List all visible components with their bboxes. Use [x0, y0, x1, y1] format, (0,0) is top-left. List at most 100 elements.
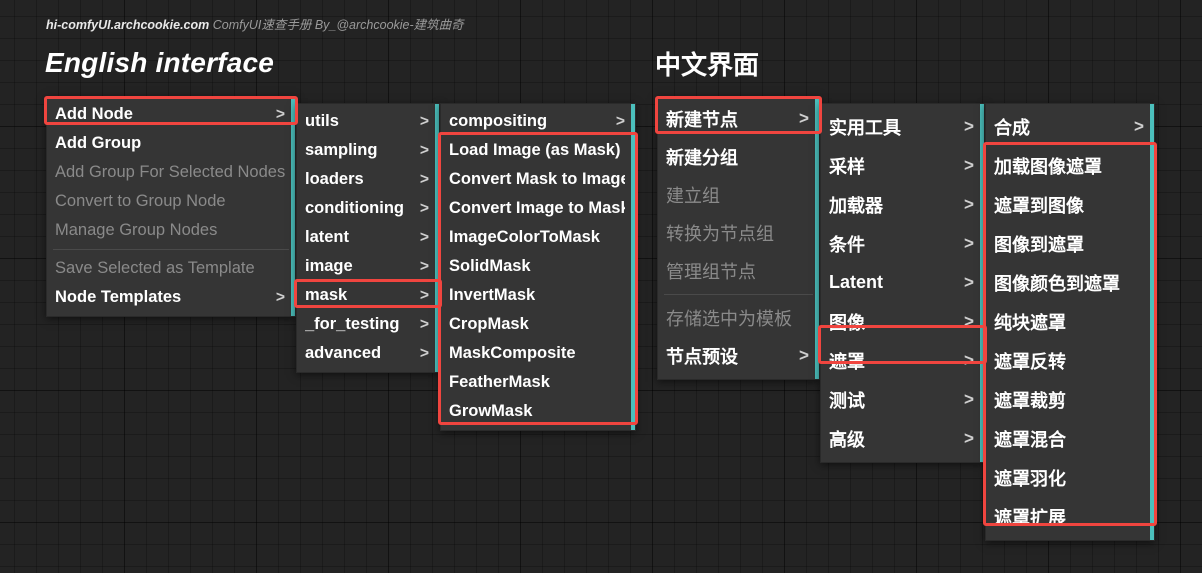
menu-item[interactable]: image >: [297, 252, 439, 281]
menu-item-label: Add Group For Selected Nodes: [55, 163, 285, 181]
credit-site: hi-comfyUI.archcookie.com: [46, 18, 210, 32]
menu-item-label: utils: [305, 112, 339, 130]
menu-item[interactable]: 图像 >: [821, 302, 984, 341]
menu-item-label: 图像颜色到遮罩: [994, 273, 1120, 294]
menu-item[interactable]: compositing >: [441, 107, 635, 136]
menu-item[interactable]: _for_testing >: [297, 310, 439, 339]
menu-item: 管理组节点: [658, 252, 819, 290]
menu-item[interactable]: Add Group: [47, 129, 295, 158]
submenu-arrow-icon: >: [964, 350, 974, 370]
menu-item[interactable]: 纯块遮罩: [986, 302, 1154, 341]
menu-item[interactable]: utils >: [297, 107, 439, 136]
menu-item[interactable]: 遮罩 >: [821, 341, 984, 380]
menu-item[interactable]: 节点预设 >: [658, 337, 819, 375]
menu-item-label: 新建节点: [666, 110, 738, 130]
menu-item[interactable]: 遮罩反转: [986, 341, 1154, 380]
menu-item-label: 图像: [829, 312, 865, 333]
menu-item[interactable]: Add Node >: [47, 100, 295, 129]
menu-item[interactable]: loaders >: [297, 165, 439, 194]
menu-item[interactable]: 条件 >: [821, 224, 984, 263]
menu-item-label: advanced: [305, 344, 382, 362]
menu-item[interactable]: CropMask: [441, 310, 635, 339]
menu-item-label: 遮罩到图像: [994, 195, 1084, 216]
menu-item[interactable]: mask >: [297, 281, 439, 310]
menu-item[interactable]: Load Image (as Mask): [441, 136, 635, 165]
menu-item-label: Manage Group Nodes: [55, 221, 218, 239]
menu-item[interactable]: 测试 >: [821, 380, 984, 419]
submenu-arrow-icon: >: [964, 194, 974, 214]
menu-item[interactable]: sampling >: [297, 136, 439, 165]
submenu-accent-strip: [1150, 104, 1154, 540]
menu-panel-root-zh[interactable]: 新建节点 > 新建分组建立组转换为节点组管理组节点存储选中为模板 节点预设 >: [657, 96, 820, 380]
menu-item[interactable]: Convert Mask to Image: [441, 165, 635, 194]
menu-item[interactable]: 采样 >: [821, 146, 984, 185]
menu-item-label: Add Group: [55, 134, 142, 152]
menu-item: 转换为节点组: [658, 214, 819, 252]
menu-item[interactable]: 遮罩裁剪: [986, 380, 1154, 419]
submenu-arrow-icon: >: [419, 228, 429, 246]
submenu-arrow-icon: >: [419, 286, 429, 304]
menu-item-label: 遮罩反转: [994, 351, 1066, 372]
submenu-arrow-icon: >: [964, 155, 974, 175]
menu-item-label: SolidMask: [449, 257, 531, 275]
menu-item[interactable]: 遮罩羽化: [986, 458, 1154, 497]
menu-item-label: 遮罩: [829, 351, 865, 372]
menu-item[interactable]: MaskComposite: [441, 339, 635, 368]
menu-item[interactable]: 图像到遮罩: [986, 224, 1154, 263]
menu-item[interactable]: 遮罩到图像: [986, 185, 1154, 224]
submenu-accent-strip: [435, 104, 439, 372]
menu-item[interactable]: InvertMask: [441, 281, 635, 310]
menu-panel-root-en[interactable]: Add Node > Add Group Add Group For Selected…: [46, 96, 296, 317]
submenu-arrow-icon: >: [275, 105, 285, 123]
menu-panel-categories-en[interactable]: utils > sampling > loaders > conditioning > late…: [296, 103, 440, 373]
menu-panel-masknodes-en[interactable]: compositing > Load Image (as Mask) Convert …: [440, 103, 636, 431]
submenu-arrow-icon: >: [964, 311, 974, 331]
menu-item-label: 纯块遮罩: [994, 312, 1066, 333]
menu-panel-masknodes-zh[interactable]: 合成 > 加载图像遮罩 遮罩到图像图像到遮罩图像颜色到遮罩 纯块遮罩遮罩反转遮罩裁剪遮罩…: [985, 103, 1155, 541]
submenu-arrow-icon: >: [964, 272, 974, 292]
menu-item[interactable]: Convert Image to Mask: [441, 194, 635, 223]
submenu-arrow-icon: >: [419, 141, 429, 159]
menu-item[interactable]: GrowMask: [441, 397, 635, 426]
section-title-chinese: 中文界面: [655, 50, 760, 80]
menu-item[interactable]: 遮罩扩展: [986, 497, 1154, 536]
menu-item-label: 建立组: [666, 186, 720, 206]
menu-item[interactable]: 遮罩混合: [986, 419, 1154, 458]
menu-item-label: mask: [305, 286, 348, 304]
menu-item[interactable]: Latent >: [821, 263, 984, 302]
menu-item[interactable]: 加载图像遮罩: [986, 146, 1154, 185]
menu-item[interactable]: 图像颜色到遮罩: [986, 263, 1154, 302]
menu-item[interactable]: SolidMask: [441, 252, 635, 281]
menu-item[interactable]: 高级 >: [821, 419, 984, 458]
menu-item-label: 加载图像遮罩: [994, 156, 1102, 177]
menu-item-label: Convert Mask to Image: [449, 170, 625, 188]
section-title-english: English interface: [45, 47, 275, 78]
menu-item-label: 遮罩裁剪: [994, 390, 1066, 411]
menu-item[interactable]: latent >: [297, 223, 439, 252]
menu-item-label: 管理组节点: [666, 262, 756, 282]
menu-item[interactable]: 新建节点 >: [658, 100, 819, 138]
menu-item[interactable]: advanced >: [297, 339, 439, 368]
menu-item: 建立组: [658, 176, 819, 214]
menu-item-label: Add Node: [55, 105, 133, 123]
menu-item[interactable]: ImageColorToMask: [441, 223, 635, 252]
menu-item-label: 测试: [829, 390, 865, 411]
menu-item-label: 高级: [829, 429, 865, 450]
submenu-arrow-icon: >: [419, 344, 429, 362]
menu-item[interactable]: 新建分组: [658, 138, 819, 176]
menu-separator: [664, 294, 813, 295]
menu-item[interactable]: 实用工具 >: [821, 107, 984, 146]
menu-item-label: FeatherMask: [449, 373, 550, 391]
menu-item[interactable]: Node Templates >: [47, 283, 295, 312]
menu-item[interactable]: 合成 >: [986, 107, 1154, 146]
menu-item[interactable]: 加载器 >: [821, 185, 984, 224]
menu-item[interactable]: conditioning >: [297, 194, 439, 223]
menu-item-label: Node Templates: [55, 288, 182, 306]
menu-item-label: 节点预设: [666, 347, 738, 367]
menu-item: 存储选中为模板: [658, 299, 819, 337]
submenu-arrow-icon: >: [419, 257, 429, 275]
menu-item[interactable]: FeatherMask: [441, 368, 635, 397]
menu-item-label: Convert to Group Node: [55, 192, 226, 210]
menu-item-label: latent: [305, 228, 350, 246]
menu-panel-categories-zh[interactable]: 实用工具 > 采样 > 加载器 > 条件 > Latent > 图像 > 遮罩 > 测试 > 高级 >: [820, 103, 985, 463]
